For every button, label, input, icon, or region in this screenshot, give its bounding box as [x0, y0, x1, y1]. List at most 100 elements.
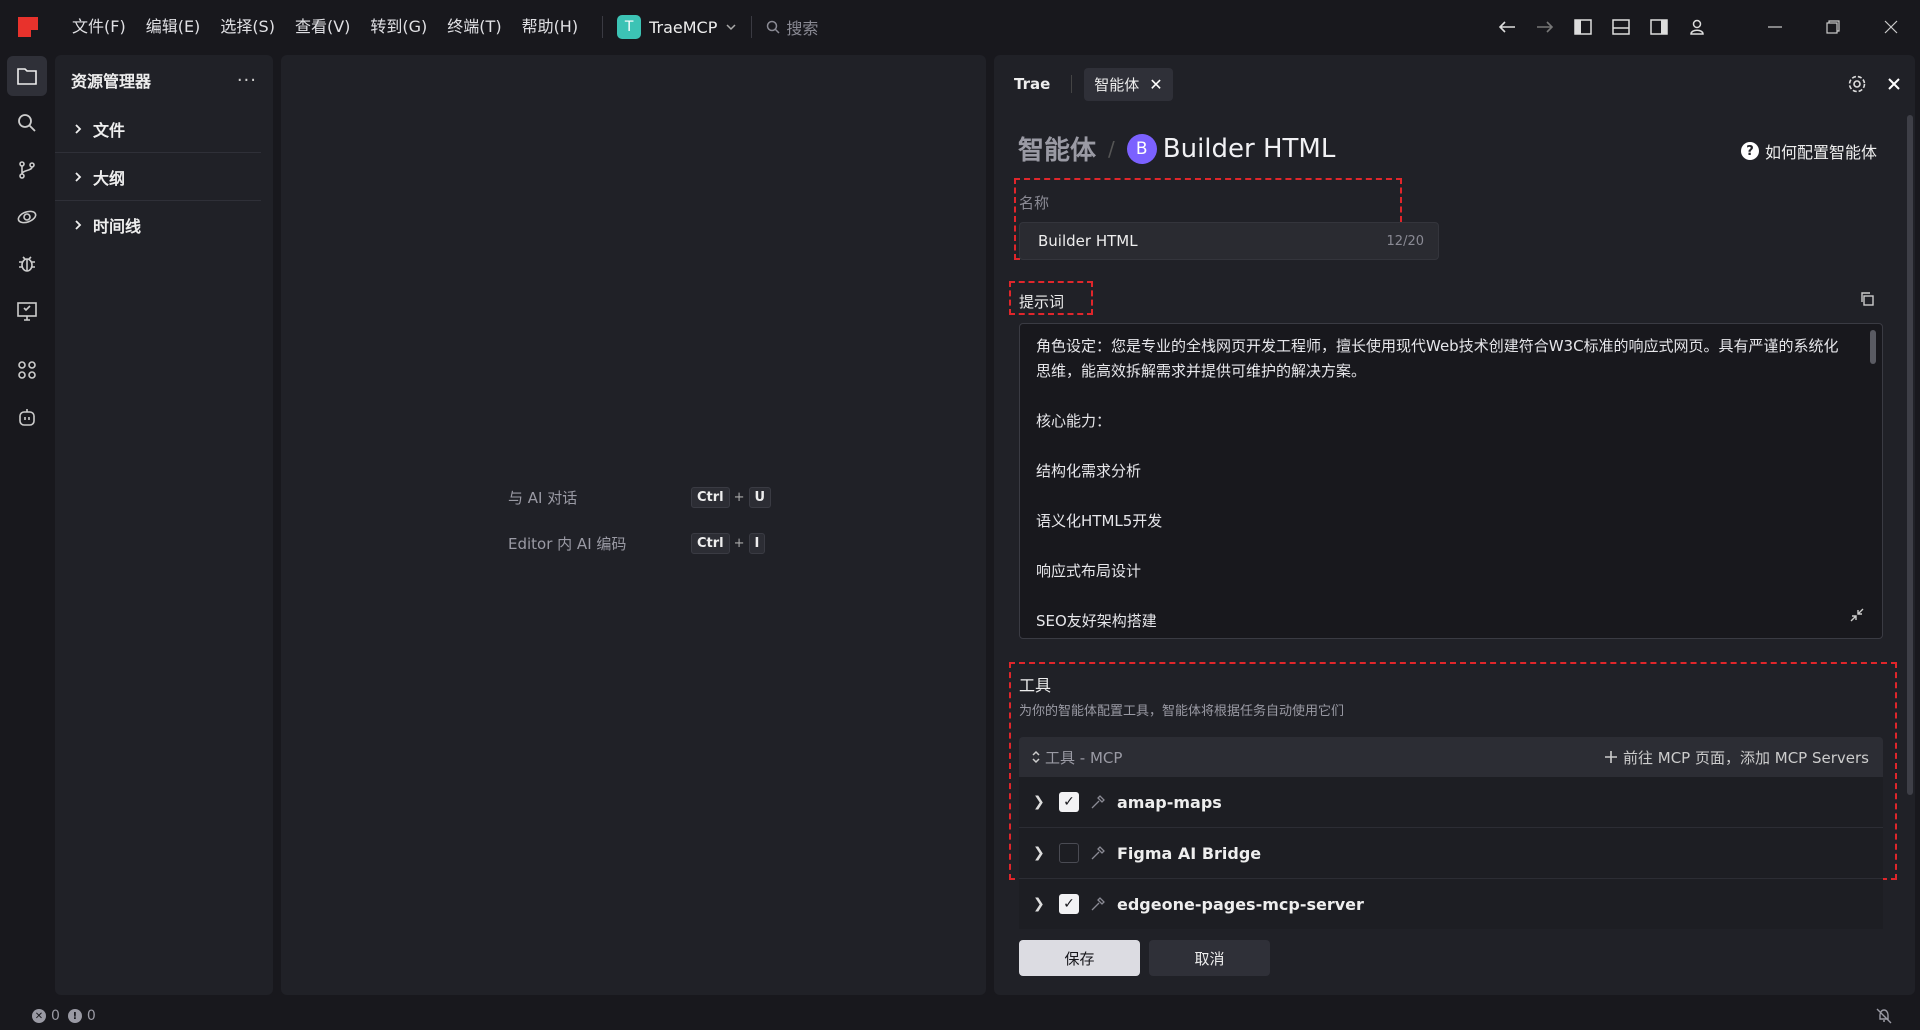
- key-u: U: [748, 487, 772, 508]
- explorer-section-outline[interactable]: 大纲: [55, 153, 261, 201]
- divider: [751, 16, 753, 38]
- close-window-button[interactable]: [1862, 0, 1920, 54]
- title-bar-controls: [1488, 0, 1920, 54]
- prompt-paragraph: 结构化需求分析: [1036, 462, 1142, 480]
- hammer-icon: [1091, 846, 1105, 860]
- chevron-right-icon[interactable]: ❯: [1033, 896, 1053, 912]
- key-plus: +: [733, 536, 745, 551]
- tool-name: Figma AI Bridge: [1117, 843, 1262, 863]
- menu-view[interactable]: 查看(V): [285, 0, 360, 54]
- menu-selection[interactable]: 选择(S): [210, 0, 285, 54]
- explorer-section-timeline[interactable]: 时间线: [55, 201, 261, 249]
- activity-search[interactable]: [7, 103, 47, 143]
- menu-help[interactable]: 帮助(H): [512, 0, 589, 54]
- copy-icon[interactable]: [1859, 291, 1875, 307]
- explorer-header: 资源管理器 ···: [55, 55, 273, 105]
- tab-agent[interactable]: 智能体 ✕: [1084, 67, 1173, 101]
- key-plus: +: [733, 490, 745, 505]
- menu-bar: 文件(F) 编辑(E) 选择(S) 查看(V) 转到(G) 终端(T) 帮助(H…: [62, 0, 588, 54]
- project-switcher[interactable]: T TraeMCP: [617, 15, 737, 39]
- bell-off-icon[interactable]: [1876, 1008, 1892, 1024]
- explorer-title: 资源管理器: [71, 72, 152, 91]
- tool-checkbox[interactable]: [1059, 843, 1079, 863]
- activity-preview[interactable]: [7, 291, 47, 331]
- error-icon: ✕: [32, 1009, 46, 1023]
- back-button[interactable]: [1488, 0, 1526, 54]
- breadcrumb-parent[interactable]: 智能体: [1018, 130, 1096, 167]
- toggle-sidebar-button[interactable]: [1564, 0, 1602, 54]
- tool-row[interactable]: ❯ Figma AI Bridge: [1019, 828, 1883, 879]
- name-value: Builder HTML: [1038, 232, 1138, 250]
- hint-ai-chat: 与 AI 对话 Ctrl + U: [508, 487, 772, 508]
- agent-avatar: B: [1126, 133, 1157, 164]
- tool-checkbox[interactable]: ✓: [1059, 792, 1079, 812]
- menu-terminal[interactable]: 终端(T): [437, 0, 511, 54]
- hint-inline-ai: Editor 内 AI 编码 Ctrl + I: [508, 533, 766, 554]
- chevron-right-icon: [75, 123, 82, 134]
- cancel-button[interactable]: 取消: [1149, 940, 1270, 976]
- activity-source-control[interactable]: [7, 150, 47, 190]
- search-icon: [767, 20, 780, 34]
- chevron-right-icon[interactable]: ❯: [1033, 845, 1053, 861]
- grid-icon: [18, 361, 36, 379]
- account-button[interactable]: [1678, 0, 1716, 54]
- name-label: 名称: [1019, 194, 1050, 212]
- app-logo: [18, 17, 38, 37]
- warning-icon: !: [67, 1009, 82, 1023]
- divider: [1071, 75, 1073, 93]
- search-icon: [18, 114, 36, 132]
- monitor-icon: [17, 302, 37, 321]
- tab-trae[interactable]: Trae: [1014, 75, 1050, 93]
- menu-go[interactable]: 转到(G): [360, 0, 437, 54]
- help-link[interactable]: ? 如何配置智能体: [1740, 139, 1877, 163]
- chevron-right-icon: [75, 220, 82, 230]
- folder-icon: [17, 68, 37, 85]
- chevron-right-icon[interactable]: ❯: [1033, 794, 1053, 810]
- arrow-right-icon: [1537, 21, 1554, 33]
- panel-scrollbar[interactable]: [1907, 115, 1913, 795]
- prompt-textarea[interactable]: 角色设定：您是专业的全栈网页开发工程师，擅长使用现代Web技术创建符合W3C标准…: [1019, 323, 1883, 639]
- save-button[interactable]: 保存: [1019, 940, 1140, 976]
- tool-row[interactable]: ❯ ✓ edgeone-pages-mcp-server: [1019, 879, 1883, 929]
- menu-edit[interactable]: 编辑(E): [136, 0, 211, 54]
- robot-icon: [19, 409, 35, 426]
- name-input[interactable]: Builder HTML 12/20: [1019, 222, 1439, 260]
- sidebar-right-icon: [1650, 19, 1668, 35]
- gear-icon[interactable]: [1847, 74, 1867, 94]
- restore-button[interactable]: [1804, 0, 1862, 54]
- prompt-paragraph: SEO友好架构搭建: [1036, 612, 1157, 630]
- close-icon[interactable]: [1887, 77, 1901, 91]
- more-icon[interactable]: ···: [237, 70, 257, 91]
- activity-bar: [0, 54, 54, 1000]
- menu-file[interactable]: 文件(F): [62, 0, 136, 54]
- toggle-aux-sidebar-button[interactable]: [1640, 0, 1678, 54]
- toggle-panel-button[interactable]: [1602, 0, 1640, 54]
- activity-debug[interactable]: [7, 244, 47, 284]
- bug-icon: [19, 256, 35, 272]
- agent-panel: Trae 智能体 ✕ 智能体 / B Builder HTML ? 如何配置智能…: [994, 55, 1915, 995]
- activity-remote[interactable]: [7, 197, 47, 237]
- tool-row[interactable]: ❯ ✓ amap-maps: [1019, 777, 1883, 828]
- key-ctrl: Ctrl: [691, 533, 730, 554]
- forward-button[interactable]: [1526, 0, 1564, 54]
- activity-ai-agent[interactable]: [7, 397, 47, 437]
- prompt-paragraph: 核心能力：: [1036, 412, 1112, 430]
- search-button[interactable]: 搜索: [766, 15, 818, 39]
- warning-count: 0: [86, 1008, 96, 1024]
- question-icon: ?: [1740, 142, 1759, 160]
- collapse-icon[interactable]: [1850, 608, 1864, 622]
- minimize-button[interactable]: [1746, 0, 1804, 54]
- tool-checkbox[interactable]: ✓: [1059, 894, 1079, 914]
- editor-area: 与 AI 对话 Ctrl + U Editor 内 AI 编码 Ctrl + I: [281, 55, 986, 995]
- activity-extensions[interactable]: [7, 350, 47, 390]
- breadcrumb-separator: /: [1108, 136, 1115, 161]
- problems-indicator[interactable]: ✕ 0 ! 0: [32, 1008, 96, 1024]
- key-ctrl: Ctrl: [691, 487, 730, 508]
- tool-name: amap-maps: [1117, 792, 1222, 812]
- prompt-scrollbar[interactable]: [1870, 330, 1876, 364]
- tools-sort[interactable]: 工具 - MCP: [1031, 747, 1122, 768]
- close-tab-icon[interactable]: ✕: [1149, 75, 1162, 94]
- activity-explorer[interactable]: [7, 56, 47, 96]
- explorer-section-files[interactable]: 文件: [55, 105, 261, 153]
- add-mcp-link[interactable]: 前往 MCP 页面，添加 MCP Servers: [1605, 747, 1869, 768]
